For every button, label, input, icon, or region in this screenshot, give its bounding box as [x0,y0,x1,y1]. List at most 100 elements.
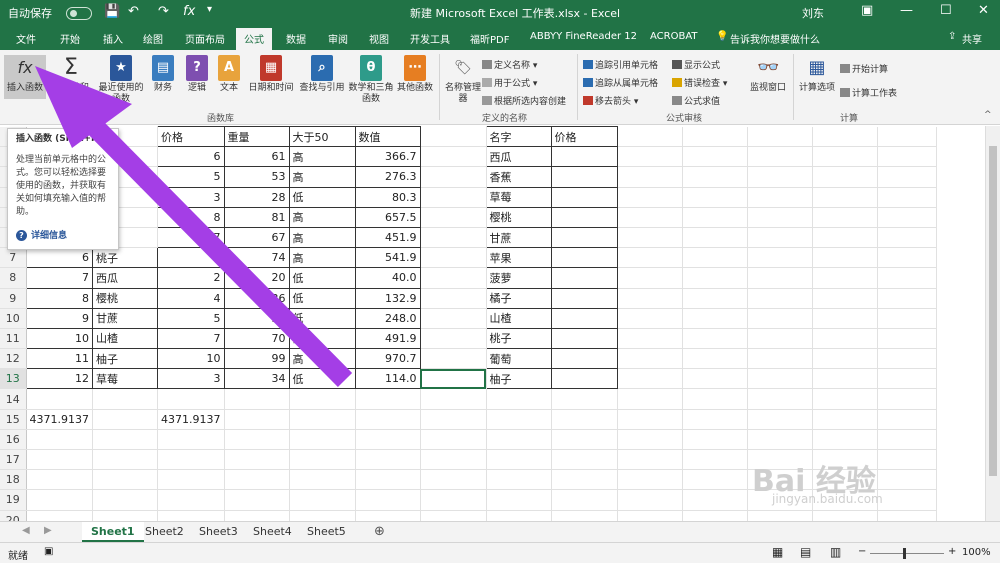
cell[interactable] [812,267,878,289]
cell[interactable]: 50 [223,307,290,329]
row-header[interactable]: 9 [0,288,27,309]
evaluate-formula-button[interactable]: 公式求值 [672,94,720,107]
tab-page-layout[interactable]: 页面布局 [185,31,225,46]
cell[interactable]: 70 [223,327,290,350]
cell[interactable]: 高 [288,247,356,269]
row-header[interactable]: 14 [0,388,27,410]
cell[interactable]: 桃子 [485,327,552,350]
cell[interactable] [550,226,618,249]
cell[interactable]: 28 [223,186,290,208]
cell[interactable] [551,489,618,511]
cell[interactable]: 低 [288,287,356,309]
cell[interactable] [420,267,487,289]
cell[interactable]: 甘蔗 [92,307,158,329]
cell[interactable] [682,348,748,370]
cell[interactable] [747,409,813,430]
cell[interactable] [355,429,421,451]
cell[interactable]: 7 [157,247,225,269]
page-break-view-icon[interactable]: ▥ [830,545,841,559]
cell[interactable] [682,146,748,168]
cell[interactable] [420,146,487,168]
cell[interactable] [682,207,748,228]
cell[interactable] [224,388,290,410]
cell[interactable]: 橘子 [485,287,552,309]
cell[interactable] [420,449,487,471]
zoom-level[interactable]: 100% [962,547,991,558]
calculate-now-button[interactable]: 开始计算 [840,62,888,75]
cell[interactable] [747,308,813,329]
cell[interactable]: 248.0 [354,307,421,329]
row-header[interactable]: 18 [0,469,27,491]
cell[interactable] [420,166,487,188]
cell[interactable] [617,187,683,208]
cell[interactable] [224,469,290,491]
cell[interactable] [877,469,937,491]
cell[interactable] [617,429,683,451]
cell[interactable] [747,166,813,188]
cell[interactable] [92,469,158,491]
cell[interactable] [877,187,937,208]
cell[interactable]: 20 [223,267,290,289]
cell[interactable]: 8 [25,287,93,309]
cell[interactable] [877,267,937,289]
cell[interactable]: 61 [223,146,290,168]
cell[interactable] [812,328,878,350]
quick-access-dropdown-icon[interactable]: ▾ [207,4,212,15]
cell[interactable] [289,449,356,471]
cell[interactable] [877,227,937,249]
cell[interactable] [812,368,878,390]
cell[interactable] [747,267,813,289]
cell[interactable]: 山楂 [92,327,158,350]
tab-view[interactable]: 视图 [369,31,389,46]
cell[interactable] [682,388,748,410]
cell[interactable] [420,368,487,390]
lookup-button[interactable]: ⌕ 查找与引用 [297,55,347,94]
cell[interactable]: 草莓 [92,368,158,390]
show-formulas-button[interactable]: 显示公式 [672,58,720,71]
cell[interactable] [289,409,356,430]
sheet-tab-1[interactable]: Sheet1 [82,522,144,542]
cell[interactable] [224,429,290,451]
cell[interactable] [877,489,937,511]
share-button[interactable]: 共享 [962,31,982,46]
cell[interactable] [617,146,683,168]
row-header[interactable]: 15 [0,409,27,430]
cell[interactable] [486,469,552,491]
cell[interactable] [289,388,356,410]
cell[interactable] [682,126,748,148]
tell-me-search[interactable]: 告诉我你想要做什么 [730,31,820,46]
cell[interactable]: 香蕉 [485,166,552,188]
cell[interactable]: 甘蔗 [485,226,552,249]
cell[interactable] [617,166,683,188]
cell[interactable] [877,388,937,410]
tab-developer[interactable]: 开发工具 [410,31,450,46]
cell[interactable]: 高 [288,166,356,188]
create-from-selection-button[interactable]: 根据所选内容创建 [482,94,566,107]
autosum-button[interactable]: Σ 自动求和 [50,55,92,94]
cell[interactable] [877,288,937,309]
cell[interactable] [550,206,618,228]
cell[interactable] [682,489,748,511]
cell[interactable]: 40.0 [354,267,421,289]
cell[interactable]: 80.3 [354,186,421,208]
minimize-icon[interactable]: — [900,3,913,18]
cell[interactable] [420,429,487,451]
cell[interactable]: 低 [288,307,356,329]
cell[interactable] [617,227,683,249]
cell[interactable] [682,166,748,188]
tab-acrobat[interactable]: ACROBAT [650,31,698,42]
cell[interactable]: 366.7 [354,146,421,168]
cell[interactable]: 高 [288,327,356,350]
scroll-left-icon[interactable]: ◀ [22,525,30,536]
cell[interactable] [812,207,878,228]
cell[interactable] [420,409,487,430]
cell[interactable]: 西瓜 [485,146,552,168]
header-cell[interactable]: 价格 [550,125,618,148]
cell[interactable] [747,146,813,168]
close-icon[interactable]: ✕ [978,3,989,18]
cell[interactable] [812,288,878,309]
cell[interactable] [877,126,937,148]
cell[interactable] [812,187,878,208]
insert-function-button[interactable]: fx 插入函数 [4,55,46,99]
cell[interactable]: 2 [157,267,225,289]
